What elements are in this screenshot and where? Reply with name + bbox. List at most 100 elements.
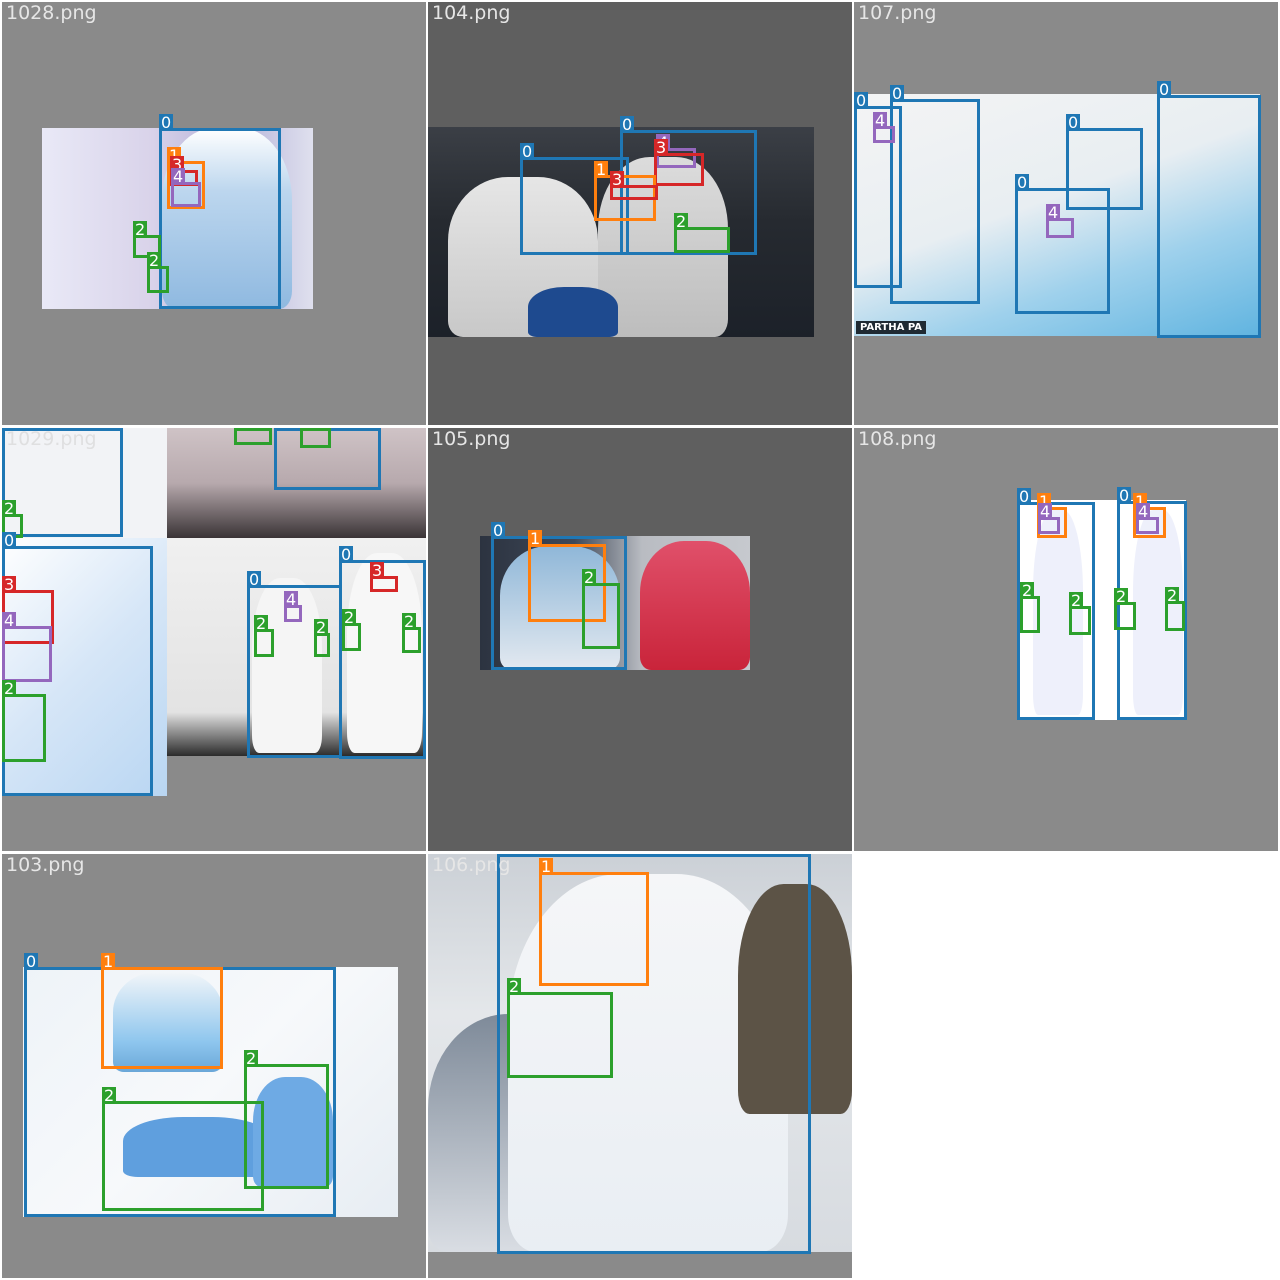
detection-label: 1 — [594, 160, 609, 179]
detection-label: 3 — [654, 138, 669, 157]
tile-filename: 103.png — [6, 854, 85, 876]
detection-label: 2 — [2, 679, 17, 698]
tile-1028[interactable]: 1028.png 0 1 3 4 2 2 — [2, 2, 426, 425]
detection-label: 0 — [1117, 486, 1132, 505]
detection-label: 2 — [1165, 586, 1180, 605]
detection-label: 0 — [890, 84, 905, 103]
detection-box: 2 — [342, 609, 361, 651]
detection-box: 4 — [171, 168, 201, 207]
detection-label: 3 — [2, 575, 17, 594]
detection-label: 2 — [1020, 581, 1035, 600]
detection-box: 4 — [1038, 503, 1060, 534]
detection-box: 2 — [244, 1050, 329, 1189]
detection-label: 2 — [582, 568, 597, 587]
detection-label: 0 — [1066, 113, 1081, 132]
tile-filename: 1028.png — [6, 2, 97, 24]
tile-106[interactable]: 106.png 0 1 2 — [428, 854, 852, 1278]
detection-label: 2 — [147, 251, 162, 270]
detection-label: 2 — [234, 428, 249, 431]
detection-label: 4 — [873, 111, 888, 130]
detection-label: 0 — [2, 531, 17, 550]
tile-104[interactable]: 104.png 0 0 4 3 1 3 2 — [428, 2, 852, 425]
detection-box: 3 — [654, 139, 704, 186]
detection-label: 0 — [247, 570, 262, 589]
detection-box: 2 — [102, 1087, 264, 1211]
detection-label: 4 — [1046, 203, 1061, 222]
detection-label: 2 — [314, 618, 329, 637]
detection-box: 4 — [1046, 204, 1074, 238]
tile-103[interactable]: 103.png 0 1 2 2 — [2, 854, 426, 1278]
detection-label: 2 — [2, 499, 17, 518]
detection-box: 2 — [234, 428, 272, 445]
tile-filename: 104.png — [432, 2, 511, 24]
detection-box: 0 — [1157, 81, 1261, 338]
detection-label: 4 — [1038, 502, 1053, 521]
detection-box: 2 — [314, 619, 330, 657]
detection-label: 2 — [133, 220, 148, 239]
detection-label: 1 — [528, 529, 543, 548]
detection-box: 1 — [101, 953, 223, 1069]
detection-box: 2 — [1069, 592, 1091, 635]
tile-107[interactable]: 107.png PARTHA PA 0 0 0 0 0 4 4 — [854, 2, 1278, 425]
detection-box: 3 — [370, 562, 398, 592]
detection-label: 3 — [370, 561, 385, 580]
tile-filename: 106.png — [432, 854, 511, 876]
detection-box: 2 — [402, 613, 421, 653]
detection-label: 0 — [491, 521, 506, 540]
detection-label: 0 — [854, 91, 869, 110]
detection-box: 3 — [610, 171, 658, 200]
detection-box: 2 — [507, 978, 613, 1078]
detection-box: 2 — [1165, 587, 1185, 631]
ppe-figure — [528, 287, 618, 337]
tile-105[interactable]: 105.png 0 1 2 — [428, 428, 852, 851]
detection-label: 0 — [620, 115, 635, 134]
detection-label: 2 — [342, 608, 357, 627]
detection-label: 2 — [507, 977, 522, 996]
detection-label: 1 — [101, 952, 116, 971]
detection-label: 4 — [171, 167, 186, 186]
tile-108[interactable]: 108.png 0 1 4 2 2 0 1 4 2 2 — [854, 428, 1278, 851]
detection-label: 2 — [300, 428, 315, 431]
detection-label: 0 — [1015, 173, 1030, 192]
detection-label: 4 — [284, 590, 299, 609]
detection-box: 0 — [1015, 174, 1110, 314]
tile-filename: 108.png — [858, 428, 937, 450]
detection-label: 2 — [674, 212, 689, 231]
photo-caption: PARTHA PA — [856, 321, 926, 334]
detection-label: 2 — [1114, 587, 1129, 606]
tile-filename: 1029.png — [6, 428, 97, 450]
detection-label: 2 — [402, 612, 417, 631]
tile-empty — [854, 854, 1278, 1278]
tile-1029[interactable]: 1029.png 0 2 0 2 2 0 3 4 2 0 4 2 2 0 3 2… — [2, 428, 426, 851]
detection-label: 4 — [1136, 502, 1151, 521]
tile-filename: 105.png — [432, 428, 511, 450]
detection-box: 2 — [582, 569, 620, 649]
detection-box: 2 — [1020, 582, 1040, 633]
detection-label: 0 — [1017, 487, 1032, 506]
detection-box: 4 — [873, 112, 895, 143]
detection-label: 2 — [244, 1049, 259, 1068]
detection-label: 0 — [159, 113, 174, 132]
detection-box: 2 — [147, 252, 169, 293]
detection-box: 2 — [300, 428, 331, 448]
detection-box: 2 — [674, 213, 730, 253]
detection-label: 3 — [610, 170, 625, 189]
detection-label: 0 — [339, 545, 354, 564]
detection-label: 2 — [102, 1086, 117, 1105]
detection-label: 4 — [2, 611, 17, 630]
detection-box: 1 — [539, 858, 649, 986]
detection-box: 4 — [284, 591, 302, 622]
detection-label: 0 — [24, 952, 39, 971]
detection-label: 1 — [539, 857, 554, 876]
detection-label: 2 — [254, 614, 269, 633]
detection-box: 4 — [1136, 503, 1159, 534]
detection-label: 0 — [274, 428, 289, 431]
tile-filename: 107.png — [858, 2, 937, 24]
ppe-figure — [640, 541, 750, 670]
detection-box: 2 — [2, 680, 46, 762]
detection-label: 2 — [1069, 591, 1084, 610]
detection-label: 0 — [520, 142, 535, 161]
detection-box: 0 — [890, 85, 980, 304]
detection-box: 4 — [2, 612, 52, 682]
detection-box: 2 — [1114, 588, 1136, 630]
